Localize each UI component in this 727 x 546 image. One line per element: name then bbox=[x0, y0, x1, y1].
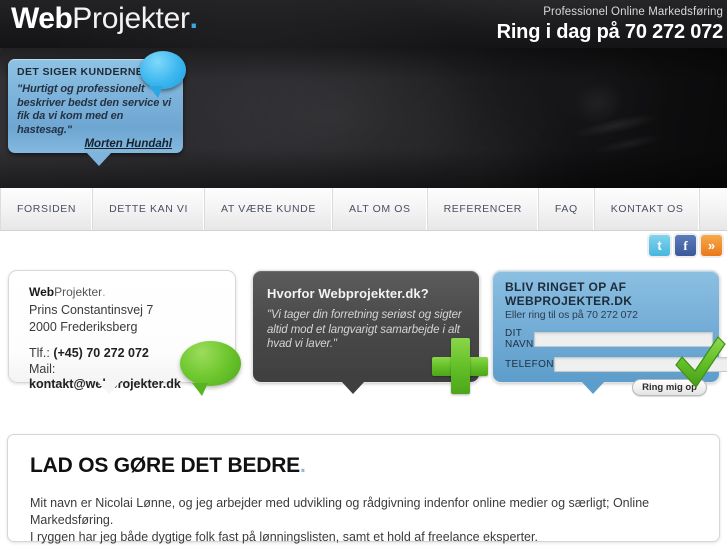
nav-item-referencer[interactable]: REFERENCER bbox=[428, 188, 539, 230]
why-box-title: Hvorfor Webprojekter.dk? bbox=[267, 286, 429, 301]
contact-address-line-2: 2000 Frederiksberg bbox=[29, 320, 138, 334]
social-bar: t f » bbox=[0, 231, 727, 264]
nav-item-forsiden[interactable]: FORSIDEN bbox=[0, 188, 94, 230]
why-box-tail bbox=[341, 381, 365, 394]
nav-item-alt-om-os[interactable]: ALT OM OS bbox=[333, 188, 428, 230]
callback-phone-label: TELEFON bbox=[505, 359, 554, 370]
nav-filler bbox=[700, 188, 727, 230]
rss-icon[interactable]: » bbox=[701, 235, 722, 256]
contact-brand-dot: . bbox=[102, 285, 106, 299]
hero-banner: DET SIGER KUNDERNE "Hurtigt og professio… bbox=[0, 48, 727, 188]
green-speech-bubble-icon bbox=[180, 341, 241, 396]
callback-name-label: DIT NAVN bbox=[505, 328, 534, 350]
site-header: WebProjekter. Professionel Online Marked… bbox=[0, 0, 727, 48]
logo-text-bold: Web bbox=[11, 2, 73, 35]
callback-subtitle: Eller ring til os på 70 272 072 bbox=[505, 309, 638, 321]
feature-boxes-row: WebProjekter. Prins Constantinsvej 7 200… bbox=[0, 264, 727, 407]
contact-brand-bold: Web bbox=[29, 285, 55, 299]
speech-bubble-icon bbox=[140, 51, 186, 98]
intro-heading-text: LAD OS GØRE DET BEDRE bbox=[30, 454, 300, 477]
facebook-icon[interactable]: f bbox=[675, 235, 696, 256]
contact-box-tail bbox=[97, 381, 121, 394]
intro-heading: LAD OS GØRE DET BEDRE. bbox=[30, 454, 697, 478]
testimonial-tail bbox=[86, 152, 112, 166]
green-checkmark-icon bbox=[673, 335, 727, 391]
nav-item-at-vaere-kunde[interactable]: AT VÆRE KUNDE bbox=[205, 188, 333, 230]
contact-address-line-1: Prins Constantinsvej 7 bbox=[29, 303, 154, 317]
contact-phone-value: (+45) 70 272 072 bbox=[53, 346, 149, 360]
main-navigation: FORSIDEN DETTE KAN VI AT VÆRE KUNDE ALT … bbox=[0, 188, 727, 231]
intro-heading-dot: . bbox=[300, 454, 306, 477]
contact-brand: WebProjekter. bbox=[29, 284, 235, 301]
logo-text-light: Projekter bbox=[72, 2, 190, 35]
intro-panel: LAD OS GØRE DET BEDRE. Mit navn er Nicol… bbox=[7, 434, 720, 544]
nav-item-kontakt-os[interactable]: KONTAKT OS bbox=[595, 188, 701, 230]
logo-dot: . bbox=[189, 2, 198, 35]
header-contact-block: Professionel Online Markedsføring Ring i… bbox=[496, 5, 724, 44]
callback-box-tail bbox=[581, 381, 605, 394]
testimonial-author: Morten Hundahl bbox=[84, 138, 172, 150]
twitter-icon[interactable]: t bbox=[649, 235, 670, 256]
social-icon-group: t f » bbox=[649, 235, 722, 256]
site-logo[interactable]: WebProjekter. bbox=[11, 4, 198, 34]
callback-title: BLIV RINGET OP AF WEBPROJEKTER.DK bbox=[505, 280, 633, 308]
nav-item-dette-kan-vi[interactable]: DETTE KAN VI bbox=[93, 188, 206, 230]
green-plus-icon bbox=[432, 338, 488, 394]
header-tagline: Professionel Online Markedsføring bbox=[543, 6, 723, 18]
contact-phone-label: Tlf.: bbox=[29, 346, 54, 360]
header-phone: Ring i dag på 70 272 072 bbox=[496, 21, 724, 43]
green-plus-bar-vertical bbox=[451, 338, 470, 394]
intro-paragraph-2: I ryggen har jeg både dygtige folk fast … bbox=[30, 530, 538, 544]
nav-item-faq[interactable]: FAQ bbox=[539, 188, 595, 230]
contact-brand-light: Projekter bbox=[54, 285, 103, 299]
intro-paragraph-1: Mit navn er Nicolai Lønne, og jeg arbejd… bbox=[30, 496, 650, 527]
